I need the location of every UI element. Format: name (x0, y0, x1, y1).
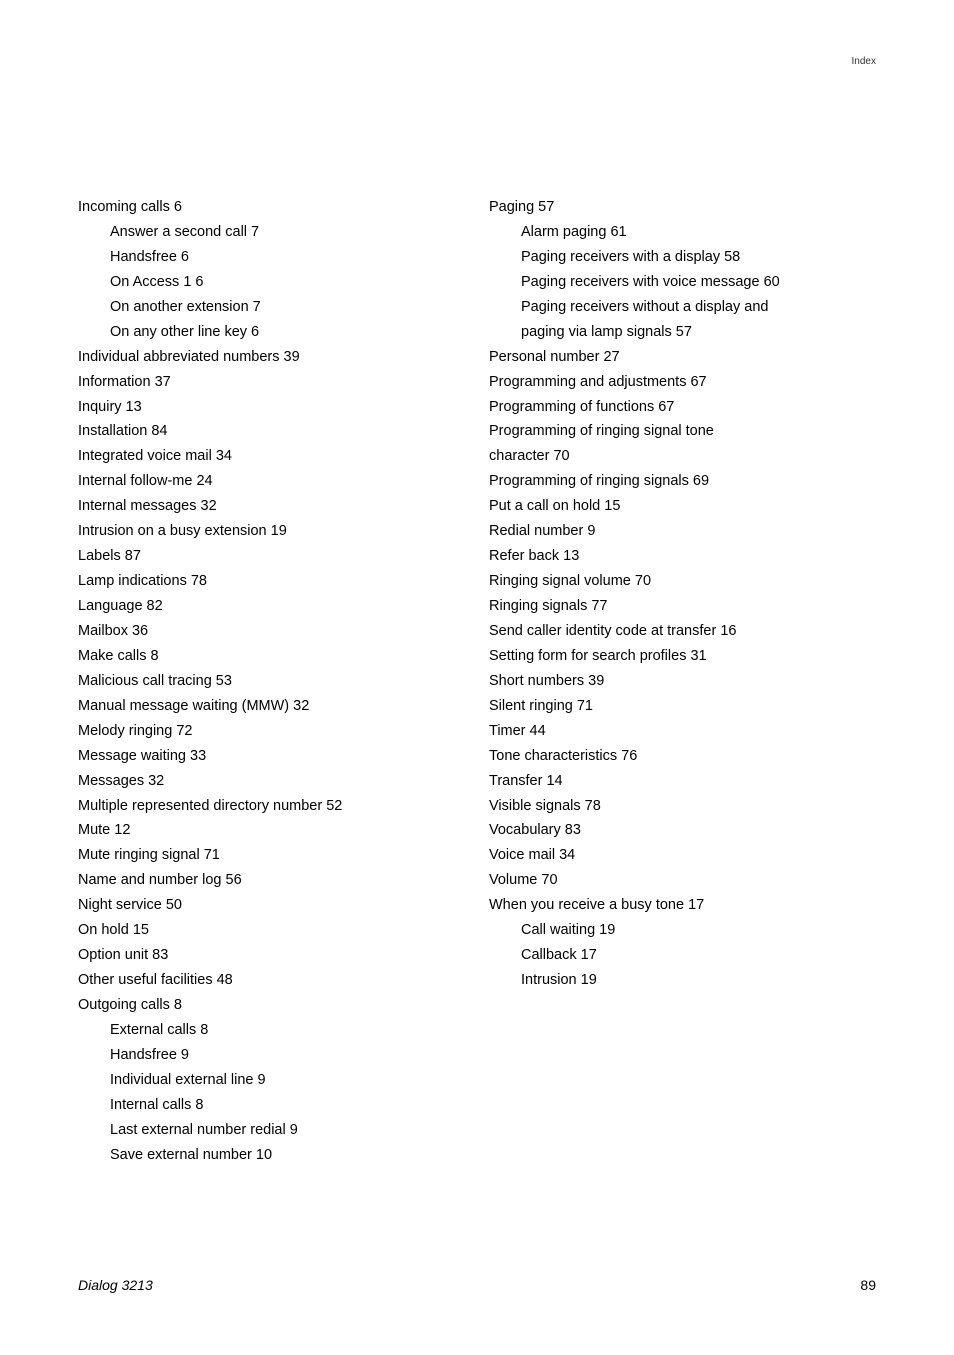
index-entry: Message waiting 33 (78, 744, 465, 769)
index-column-right: Paging 57Alarm paging 61Paging receivers… (489, 195, 876, 1168)
index-entry: Messages 32 (78, 769, 465, 794)
index-entry: Callback 17 (489, 943, 876, 968)
index-entry: Language 82 (78, 594, 465, 619)
index-entry: Silent ringing 71 (489, 694, 876, 719)
index-entry: Installation 84 (78, 419, 465, 444)
index-entry: Voice mail 34 (489, 843, 876, 868)
index-content: Incoming calls 6Answer a second call 7Ha… (78, 195, 876, 1168)
index-entry: Other useful facilities 48 (78, 968, 465, 993)
header-section-label: Index (852, 56, 876, 67)
index-entry: Last external number redial 9 (78, 1118, 465, 1143)
index-entry: Outgoing calls 8 (78, 993, 465, 1018)
index-entry: Intrusion 19 (489, 968, 876, 993)
index-entry: Refer back 13 (489, 544, 876, 569)
index-entry: Integrated voice mail 34 (78, 444, 465, 469)
index-entry: Internal messages 32 (78, 494, 465, 519)
index-entry: Manual message waiting (MMW) 32 (78, 694, 465, 719)
index-entry: On any other line key 6 (78, 320, 465, 345)
index-entry: Mailbox 36 (78, 619, 465, 644)
index-entry: When you receive a busy tone 17 (489, 893, 876, 918)
index-entry: Visible signals 78 (489, 794, 876, 819)
index-entry: Multiple represented directory number 52 (78, 794, 465, 819)
index-entry: Programming of ringing signal tone (489, 419, 876, 444)
index-entry: Put a call on hold 15 (489, 494, 876, 519)
index-entry: Individual external line 9 (78, 1068, 465, 1093)
index-entry: Intrusion on a busy extension 19 (78, 519, 465, 544)
footer-doc-title: Dialog 3213 (78, 1277, 153, 1293)
index-entry: Handsfree 9 (78, 1043, 465, 1068)
index-entry: Short numbers 39 (489, 669, 876, 694)
index-entry: Handsfree 6 (78, 245, 465, 270)
index-entry: Programming of ringing signals 69 (489, 469, 876, 494)
index-entry: Vocabulary 83 (489, 818, 876, 843)
index-entry: Alarm paging 61 (489, 220, 876, 245)
index-entry: Paging receivers with a display 58 (489, 245, 876, 270)
index-entry: Incoming calls 6 (78, 195, 465, 220)
index-entry: Setting form for search profiles 31 (489, 644, 876, 669)
index-entry: Transfer 14 (489, 769, 876, 794)
index-entry: Name and number log 56 (78, 868, 465, 893)
index-entry: Programming and adjustments 67 (489, 370, 876, 395)
index-entry: Individual abbreviated numbers 39 (78, 345, 465, 370)
index-entry: On Access 1 6 (78, 270, 465, 295)
index-entry: Redial number 9 (489, 519, 876, 544)
index-entry: Option unit 83 (78, 943, 465, 968)
index-entry: Call waiting 19 (489, 918, 876, 943)
index-entry: Labels 87 (78, 544, 465, 569)
index-column-left: Incoming calls 6Answer a second call 7Ha… (78, 195, 465, 1168)
index-entry: Programming of functions 67 (489, 395, 876, 420)
index-entry: Ringing signals 77 (489, 594, 876, 619)
index-entry: Inquiry 13 (78, 395, 465, 420)
index-entry: Save external number 10 (78, 1143, 465, 1168)
index-entry: Tone characteristics 76 (489, 744, 876, 769)
index-entry: Paging receivers without a display and (489, 295, 876, 320)
index-entry: Mute ringing signal 71 (78, 843, 465, 868)
index-entry: Make calls 8 (78, 644, 465, 669)
index-entry: Send caller identity code at transfer 16 (489, 619, 876, 644)
index-entry: Answer a second call 7 (78, 220, 465, 245)
index-entry: On another extension 7 (78, 295, 465, 320)
index-entry: Timer 44 (489, 719, 876, 744)
index-entry: Lamp indications 78 (78, 569, 465, 594)
footer-page-number: 89 (860, 1277, 876, 1293)
index-entry: Malicious call tracing 53 (78, 669, 465, 694)
page-footer: Dialog 3213 89 (78, 1277, 876, 1293)
index-entry: character 70 (489, 444, 876, 469)
index-entry: On hold 15 (78, 918, 465, 943)
index-entry: Night service 50 (78, 893, 465, 918)
index-entry: Paging 57 (489, 195, 876, 220)
index-entry: Ringing signal volume 70 (489, 569, 876, 594)
index-entry: External calls 8 (78, 1018, 465, 1043)
index-entry: Melody ringing 72 (78, 719, 465, 744)
index-entry: Volume 70 (489, 868, 876, 893)
index-entry: Paging receivers with voice message 60 (489, 270, 876, 295)
index-entry: Information 37 (78, 370, 465, 395)
index-entry: paging via lamp signals 57 (489, 320, 876, 345)
index-entry: Internal follow-me 24 (78, 469, 465, 494)
index-entry: Internal calls 8 (78, 1093, 465, 1118)
index-entry: Personal number 27 (489, 345, 876, 370)
index-entry: Mute 12 (78, 818, 465, 843)
